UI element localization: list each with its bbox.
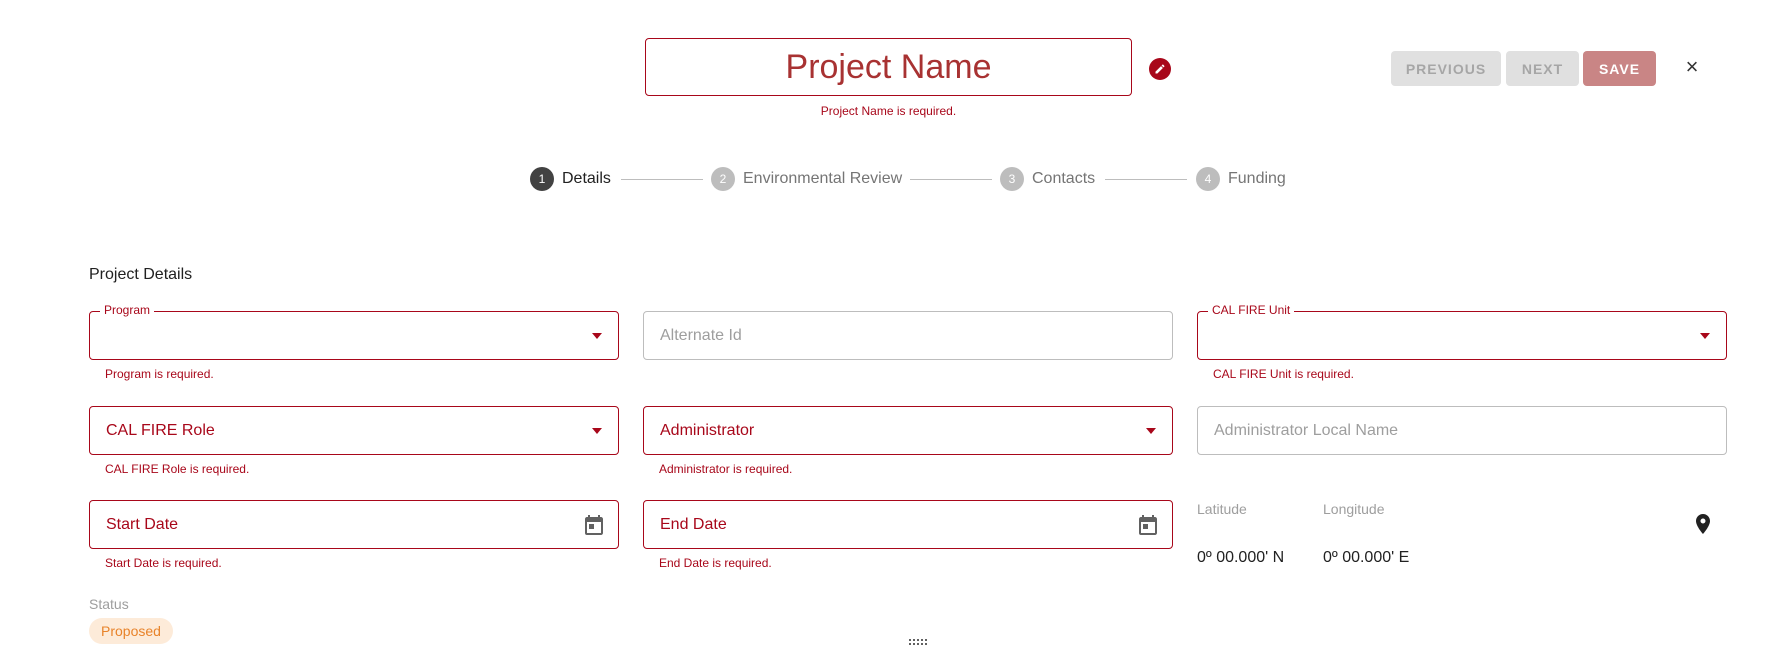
chevron-down-icon [1146, 428, 1156, 434]
calendar-icon[interactable] [582, 513, 606, 537]
cal-fire-role-error: CAL FIRE Role is required. [105, 462, 250, 476]
chevron-down-icon [1700, 333, 1710, 339]
cal-fire-unit-label: CAL FIRE Unit [1208, 303, 1295, 317]
start-date-text: Start Date [106, 515, 179, 533]
next-button[interactable]: NEXT [1506, 51, 1579, 86]
start-date-error: Start Date is required. [105, 556, 222, 570]
step-number: 3 [1000, 167, 1024, 191]
calendar-icon[interactable] [1136, 513, 1160, 537]
cal-fire-role-text: CAL FIRE Role [106, 421, 215, 439]
alternate-id-placeholder: Alternate Id [660, 326, 742, 344]
step-label: Contacts [1032, 170, 1096, 187]
start-date-field[interactable]: Start Date [89, 500, 619, 549]
project-name-error: Project Name is required. [820, 104, 957, 118]
edit-title-button[interactable] [1149, 58, 1171, 80]
latitude-label: Latitude [1197, 501, 1247, 517]
previous-button[interactable]: PREVIOUS [1391, 51, 1501, 86]
program-select[interactable]: Program [89, 303, 619, 360]
administrator-local-name-placeholder: Administrator Local Name [1214, 421, 1399, 439]
latitude-value: 0º 00.000' N [1197, 549, 1285, 566]
administrator-text: Administrator [660, 421, 755, 439]
step-label: Funding [1228, 170, 1286, 187]
step-number: 1 [530, 167, 554, 191]
administrator-error: Administrator is required. [659, 462, 793, 476]
program-error: Program is required. [105, 367, 214, 381]
end-date-text: End Date [660, 515, 727, 533]
administrator-local-name-input[interactable]: Administrator Local Name [1197, 406, 1727, 455]
longitude-label: Longitude [1323, 501, 1385, 517]
end-date-field[interactable]: End Date [643, 500, 1173, 549]
drag-handle-icon[interactable] [909, 639, 929, 647]
step-funding[interactable]: 4 Funding [1196, 166, 1286, 192]
step-connector [910, 179, 992, 180]
map-pin-icon[interactable] [1691, 512, 1715, 536]
longitude-value: 0º 00.000' E [1323, 549, 1410, 566]
chevron-down-icon [592, 333, 602, 339]
status-badge: Proposed [89, 618, 173, 644]
step-connector [621, 179, 703, 180]
administrator-select[interactable]: Administrator [643, 406, 1173, 455]
cal-fire-unit-error: CAL FIRE Unit is required. [1213, 367, 1354, 381]
pencil-icon [1155, 64, 1165, 74]
cal-fire-role-select[interactable]: CAL FIRE Role [89, 406, 619, 455]
step-environmental-review[interactable]: 2 Environmental Review [711, 166, 902, 192]
step-contacts[interactable]: 3 Contacts [1000, 166, 1095, 192]
step-number: 2 [711, 167, 735, 191]
step-number: 4 [1196, 167, 1220, 191]
save-button[interactable]: SAVE [1583, 51, 1656, 86]
project-name-text: Project Name [785, 47, 992, 86]
step-label: Environmental Review [743, 170, 903, 187]
project-name-field[interactable]: Project Name [645, 38, 1132, 96]
end-date-error: End Date is required. [659, 556, 772, 570]
alternate-id-input[interactable]: Alternate Id [643, 311, 1173, 360]
step-details[interactable]: 1 Details [530, 166, 611, 192]
section-title: Project Details [89, 266, 193, 283]
chevron-down-icon [592, 428, 602, 434]
status-label: Status [89, 596, 129, 612]
cal-fire-unit-select[interactable]: CAL FIRE Unit [1197, 303, 1727, 360]
step-label: Details [562, 170, 611, 187]
close-icon[interactable]: × [1680, 54, 1704, 79]
step-connector [1105, 179, 1187, 180]
program-label: Program [100, 303, 155, 317]
stepper: 1 Details 2 Environmental Review 3 Conta… [0, 166, 1782, 192]
